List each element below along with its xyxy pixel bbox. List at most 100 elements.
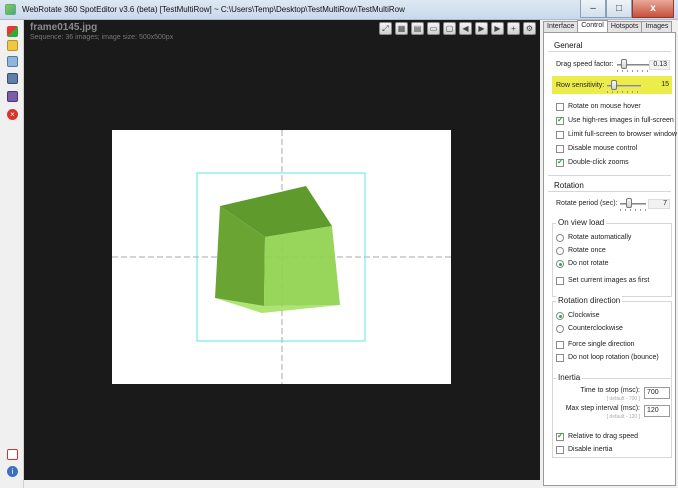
left-toolbar: × i bbox=[0, 20, 24, 488]
grid-icon[interactable]: ▦ bbox=[395, 22, 408, 35]
rotation-direction-heading: Rotation direction bbox=[556, 296, 623, 305]
file-info: frame0145.jpg Sequence: 36 images; image… bbox=[30, 22, 173, 41]
file-name: frame0145.jpg bbox=[30, 22, 98, 33]
next-icon[interactable]: ▶ bbox=[491, 22, 504, 35]
checkbox-label: Limit full-screen to browser window bbox=[568, 131, 677, 138]
window-controls: – □ x bbox=[580, 0, 674, 18]
prev-icon[interactable]: ◀ bbox=[459, 22, 472, 35]
counterclockwise-radio[interactable] bbox=[556, 324, 564, 333]
relative-drag-speed-checkbox[interactable] bbox=[556, 431, 564, 441]
clockwise-row[interactable]: Clockwise bbox=[556, 310, 670, 321]
force-single-direction-row[interactable]: Force single direction bbox=[556, 339, 670, 350]
rotate-once-radio[interactable] bbox=[556, 246, 564, 255]
tab-bar: Interface Control Hotspots Images bbox=[543, 20, 673, 32]
slider-thumb[interactable] bbox=[620, 59, 627, 69]
time-to-stop-label: Time to stop (msc): bbox=[580, 387, 640, 394]
add-icon[interactable]: + bbox=[507, 22, 520, 35]
checkbox-label: Do not loop rotation (bounce) bbox=[568, 354, 659, 361]
drag-speed-slider[interactable] bbox=[616, 59, 649, 72]
slider-thumb[interactable] bbox=[626, 198, 633, 208]
disable-mouse-checkbox[interactable] bbox=[556, 144, 564, 153]
cube-image bbox=[112, 130, 451, 384]
disable-mouse-row[interactable]: Disable mouse control bbox=[556, 143, 670, 154]
tab-images[interactable]: Images bbox=[641, 21, 673, 32]
slider-thumb[interactable] bbox=[611, 79, 618, 90]
fit-icon[interactable]: ⤢ bbox=[379, 22, 392, 35]
checkbox-label: Disable mouse control bbox=[568, 145, 638, 152]
window-title: WebRotate 360 SpotEditor v3.6 (beta) [Te… bbox=[22, 5, 405, 14]
image-canvas[interactable] bbox=[112, 130, 451, 384]
max-step-label: Max step interval (msc): bbox=[565, 405, 640, 412]
max-step-hint: [ default - 120 ] bbox=[606, 414, 640, 420]
slider-ticks bbox=[607, 90, 642, 93]
rotate-period-slider[interactable] bbox=[620, 198, 647, 211]
save-icon[interactable] bbox=[7, 91, 18, 102]
high-res-fullscreen-row[interactable]: Use high-res images in full-screen bbox=[556, 115, 674, 126]
row-sensitivity-slider[interactable] bbox=[607, 79, 642, 93]
checkbox-label: Rotate on mouse hover bbox=[568, 103, 641, 110]
tab-hotspots[interactable]: Hotspots bbox=[606, 21, 643, 32]
rotate-period-row: Rotate period (sec): 7 bbox=[556, 198, 670, 211]
rotate-period-label: Rotate period (sec): bbox=[556, 200, 618, 207]
do-not-rotate-radio[interactable] bbox=[556, 259, 564, 268]
frame-icon[interactable]: ▭ bbox=[427, 22, 440, 35]
viewer-toolbar: ⤢ ▦ ▤ ▭ ▢ ◀ ▶ ▶ + ⚙ bbox=[379, 22, 536, 35]
close-window-button[interactable]: x bbox=[632, 0, 674, 18]
rotate-automatically-radio[interactable] bbox=[556, 233, 564, 242]
bounce-row[interactable]: Do not loop rotation (bounce) bbox=[556, 352, 670, 363]
limit-fullscreen-row[interactable]: Limit full-screen to browser window bbox=[556, 129, 677, 140]
max-step-input[interactable]: 120 bbox=[644, 405, 670, 417]
radio-label: Clockwise bbox=[568, 312, 600, 319]
play-icon[interactable]: ▶ bbox=[475, 22, 488, 35]
do-not-rotate-row[interactable]: Do not rotate bbox=[556, 258, 670, 269]
time-to-stop-input[interactable]: 700 bbox=[644, 387, 670, 399]
row-sensitivity-row: Row sensitivity: 15 bbox=[552, 76, 672, 94]
status-bar bbox=[24, 480, 540, 488]
close-icon[interactable]: × bbox=[7, 109, 18, 120]
radio-label: Rotate automatically bbox=[568, 234, 632, 241]
disable-inertia-checkbox[interactable] bbox=[556, 445, 564, 454]
slider-track bbox=[620, 203, 647, 205]
checkbox-label: Disable inertia bbox=[568, 446, 613, 453]
relative-drag-speed-row[interactable]: Relative to drag speed bbox=[556, 431, 670, 442]
rotate-automatically-row[interactable]: Rotate automatically bbox=[556, 232, 670, 243]
preview-icon[interactable] bbox=[7, 73, 18, 84]
divider bbox=[548, 175, 671, 176]
double-click-zoom-checkbox[interactable] bbox=[556, 157, 564, 167]
checkbox-label: Set current images as first bbox=[568, 277, 650, 284]
settings-icon[interactable]: ⚙ bbox=[523, 22, 536, 35]
rotate-period-value: 7 bbox=[648, 198, 670, 209]
bounce-checkbox[interactable] bbox=[556, 353, 564, 362]
control-tab-content: General Drag speed factor: 0.13 Row sens… bbox=[543, 32, 677, 486]
set-first-row[interactable]: Set current images as first bbox=[556, 275, 670, 286]
open-icon[interactable] bbox=[7, 40, 18, 51]
grid-dense-icon[interactable]: ▤ bbox=[411, 22, 424, 35]
rotate-once-row[interactable]: Rotate once bbox=[556, 245, 670, 256]
checkbox-label: Force single direction bbox=[568, 341, 635, 348]
drag-speed-row: Drag speed factor: 0.13 bbox=[556, 59, 670, 72]
double-click-zoom-row[interactable]: Double-click zooms bbox=[556, 157, 670, 168]
high-res-fullscreen-checkbox[interactable] bbox=[556, 115, 564, 125]
import-icon[interactable] bbox=[7, 56, 18, 67]
minimize-button[interactable]: – bbox=[580, 0, 606, 18]
image-viewer[interactable]: frame0145.jpg Sequence: 36 images; image… bbox=[24, 20, 540, 480]
project-icon[interactable] bbox=[7, 26, 18, 37]
info-icon[interactable]: i bbox=[7, 466, 18, 477]
rotate-on-hover-row[interactable]: Rotate on mouse hover bbox=[556, 101, 670, 112]
force-single-direction-checkbox[interactable] bbox=[556, 340, 564, 349]
clockwise-radio[interactable] bbox=[556, 311, 564, 320]
counterclockwise-row[interactable]: Counterclockwise bbox=[556, 323, 670, 334]
limit-fullscreen-checkbox[interactable] bbox=[556, 130, 564, 139]
disable-inertia-row[interactable]: Disable inertia bbox=[556, 444, 670, 455]
rotate-on-hover-checkbox[interactable] bbox=[556, 102, 564, 111]
pdf-icon[interactable] bbox=[7, 449, 18, 460]
drag-speed-value: 0.13 bbox=[648, 59, 670, 70]
tab-control[interactable]: Control bbox=[577, 20, 608, 32]
set-first-checkbox[interactable] bbox=[556, 276, 564, 285]
single-frame-icon[interactable]: ▢ bbox=[443, 22, 456, 35]
on-view-load-heading: On view load bbox=[556, 218, 607, 227]
checkbox-label: Relative to drag speed bbox=[568, 433, 639, 440]
general-heading: General bbox=[554, 41, 583, 50]
tab-interface[interactable]: Interface bbox=[543, 21, 579, 32]
maximize-button[interactable]: □ bbox=[606, 0, 632, 18]
